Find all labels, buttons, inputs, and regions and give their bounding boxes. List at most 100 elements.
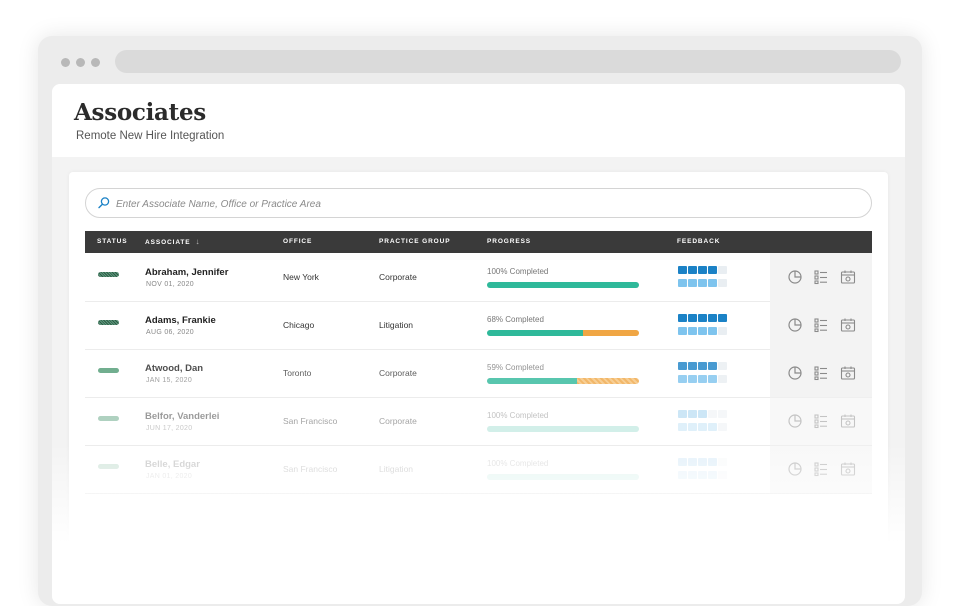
- row-actions: [770, 397, 872, 445]
- status-indicator: [98, 368, 119, 373]
- sort-descending-icon[interactable]: ↓: [196, 237, 201, 246]
- associate-date: JAN 15, 2020: [146, 377, 193, 384]
- feedback-square: [708, 314, 717, 322]
- page-header: Associates Remote New Hire Integration: [52, 84, 905, 157]
- feedback-square: [678, 362, 687, 370]
- search-input[interactable]: [114, 189, 858, 219]
- associate-name[interactable]: Belfor, Vanderlei: [145, 411, 219, 422]
- associate-name[interactable]: Abraham, Jennifer: [145, 267, 228, 278]
- progress-bar: [487, 426, 639, 432]
- status-indicator: [98, 320, 119, 325]
- associate-date: NOV 01, 2020: [146, 281, 194, 288]
- feedback-square: [718, 279, 727, 287]
- feedback-square: [688, 314, 697, 322]
- practice-group-cell: Corporate: [379, 368, 417, 378]
- pie-chart-icon[interactable]: [787, 413, 803, 429]
- feedback-square: [688, 327, 697, 335]
- row-actions: [770, 253, 872, 301]
- page-subtitle: Remote New Hire Integration: [76, 130, 225, 142]
- table-row[interactable]: Atwood, Dan JAN 15, 2020 Toronto Corporate 5…: [85, 349, 872, 398]
- column-header-status[interactable]: STATUS: [97, 231, 127, 253]
- associate-date: JUN 17, 2020: [146, 425, 193, 432]
- feedback-scale: [678, 314, 728, 322]
- feedback-square: [698, 362, 707, 370]
- calendar-icon[interactable]: [840, 365, 856, 381]
- progress-bar: [487, 330, 639, 336]
- feedback-square: [698, 327, 707, 335]
- feedback-square: [708, 410, 717, 418]
- checklist-icon[interactable]: [813, 269, 829, 285]
- progress-label: 59% Completed: [487, 363, 544, 372]
- window-controls: [61, 58, 100, 67]
- feedback-square: [688, 279, 697, 287]
- progress-bar-completed: [487, 282, 639, 288]
- office-cell: San Francisco: [283, 416, 338, 426]
- progress-bar-completed: [487, 378, 577, 384]
- list-fade-overlay: [52, 444, 905, 604]
- associate-name[interactable]: Adams, Frankie: [145, 315, 216, 326]
- window-dot-close[interactable]: [61, 58, 70, 67]
- address-bar[interactable]: [115, 50, 901, 73]
- calendar-icon[interactable]: [840, 269, 856, 285]
- table-row[interactable]: Abraham, Jennifer NOV 01, 2020 New York Cor…: [85, 253, 872, 302]
- status-indicator: [98, 416, 119, 421]
- feedback-square: [698, 314, 707, 322]
- feedback-square: [678, 375, 687, 383]
- progress-bar-completed: [487, 330, 583, 336]
- window-dot-minimize[interactable]: [76, 58, 85, 67]
- search-box[interactable]: [85, 188, 872, 219]
- feedback-square: [688, 266, 697, 274]
- feedback-square: [718, 410, 727, 418]
- checklist-icon[interactable]: [813, 365, 829, 381]
- browser-window: Associates Remote New Hire Integration S…: [38, 36, 922, 606]
- row-actions: [770, 349, 872, 397]
- calendar-icon[interactable]: [840, 413, 856, 429]
- feedback-square: [678, 327, 687, 335]
- table-row[interactable]: Belfor, Vanderlei JUN 17, 2020 San Francis…: [85, 397, 872, 446]
- feedback-square: [688, 423, 697, 431]
- table-header: STATUS ASSOCIATE ↓ OFFICE PRACTICE GROUP …: [85, 231, 872, 253]
- app-content: Associates Remote New Hire Integration S…: [52, 84, 905, 604]
- progress-bar: [487, 282, 639, 288]
- pie-chart-icon[interactable]: [787, 269, 803, 285]
- window-dot-maximize[interactable]: [91, 58, 100, 67]
- feedback-square: [718, 327, 727, 335]
- feedback-scale: [678, 375, 728, 383]
- feedback-scale: [678, 279, 728, 287]
- row-actions: [770, 301, 872, 349]
- feedback-square: [678, 410, 687, 418]
- progress-label: 100% Completed: [487, 267, 549, 276]
- feedback-square: [708, 327, 717, 335]
- feedback-square: [718, 266, 727, 274]
- checklist-icon[interactable]: [813, 413, 829, 429]
- associate-name[interactable]: Atwood, Dan: [145, 363, 203, 374]
- feedback-square: [688, 375, 697, 383]
- table-row[interactable]: Adams, Frankie AUG 06, 2020 Chicago Litigat…: [85, 301, 872, 350]
- feedback-scale: [678, 423, 728, 431]
- column-header-feedback[interactable]: FEEDBACK: [677, 231, 720, 253]
- associate-date: AUG 06, 2020: [146, 329, 194, 336]
- feedback-square: [708, 375, 717, 383]
- feedback-square: [698, 375, 707, 383]
- office-cell: New York: [283, 272, 319, 282]
- calendar-icon[interactable]: [840, 317, 856, 333]
- column-header-associate-label: ASSOCIATE: [145, 239, 191, 246]
- feedback-square: [678, 279, 687, 287]
- column-header-progress[interactable]: PROGRESS: [487, 231, 531, 253]
- search-icon: [98, 197, 110, 209]
- pie-chart-icon[interactable]: [787, 317, 803, 333]
- practice-group-cell: Corporate: [379, 416, 417, 426]
- feedback-square: [718, 423, 727, 431]
- feedback-square: [708, 266, 717, 274]
- column-header-associate[interactable]: ASSOCIATE ↓: [145, 231, 200, 253]
- office-cell: Chicago: [283, 320, 315, 330]
- office-cell: Toronto: [283, 368, 312, 378]
- feedback-square: [698, 423, 707, 431]
- column-header-office[interactable]: OFFICE: [283, 231, 312, 253]
- checklist-icon[interactable]: [813, 317, 829, 333]
- pie-chart-icon[interactable]: [787, 365, 803, 381]
- feedback-scale: [678, 266, 728, 274]
- feedback-square: [718, 375, 727, 383]
- feedback-square: [698, 266, 707, 274]
- column-header-practice-group[interactable]: PRACTICE GROUP: [379, 231, 450, 253]
